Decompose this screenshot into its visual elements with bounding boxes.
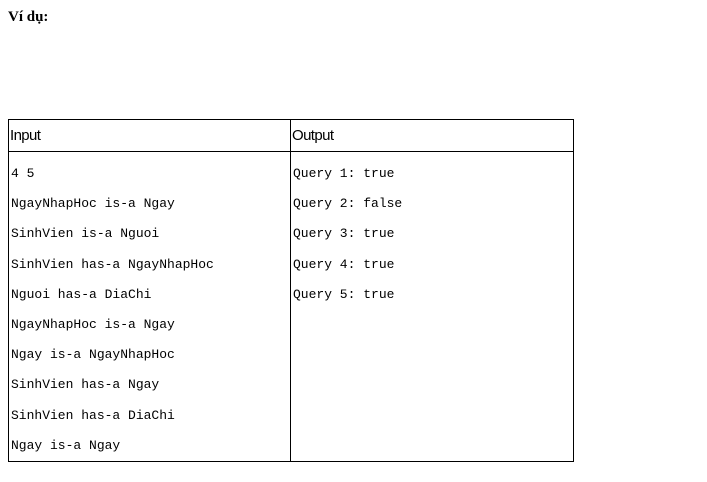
input-line: Ngay is-a Ngay: [11, 437, 121, 453]
input-line: SinhVien has-a DiaChi: [11, 407, 175, 423]
output-line: Query 1: true: [293, 166, 395, 181]
example-heading: Ví dụ:: [8, 9, 49, 25]
output-column-header: Output: [290, 119, 574, 152]
input-line: NgayNhapHoc is-a Ngay: [11, 196, 175, 212]
input-line: 4 5: [11, 166, 35, 181]
output-line: Query 2: false: [293, 196, 403, 212]
table-row: 4 5 NgayNhapHoc is-a Ngay SinhVien is-a …: [8, 151, 574, 462]
output-line: Query 4: true: [293, 256, 395, 272]
output-line: Query 3: true: [293, 226, 395, 242]
input-line: SinhVien has-a NgayNhapHoc: [11, 256, 214, 272]
input-column-header: Input: [8, 119, 291, 152]
example-io-table: Input Output 4 5 NgayNhapHoc is-a Ngay S…: [8, 119, 574, 462]
table-header-row: Input Output: [8, 119, 574, 152]
input-line: NgayNhapHoc is-a Ngay: [11, 316, 175, 332]
output-cell: Query 1: true Query 2: false Query 3: tr…: [290, 151, 574, 462]
input-line: Nguoi has-a DiaChi: [11, 286, 152, 302]
input-line: SinhVien has-a Ngay: [11, 377, 160, 393]
input-line: Ngay is-a NgayNhapHoc: [11, 347, 175, 363]
input-cell: 4 5 NgayNhapHoc is-a Ngay SinhVien is-a …: [8, 151, 291, 462]
output-line: Query 5: true: [293, 286, 395, 302]
input-line: SinhVien is-a Nguoi: [11, 226, 160, 242]
